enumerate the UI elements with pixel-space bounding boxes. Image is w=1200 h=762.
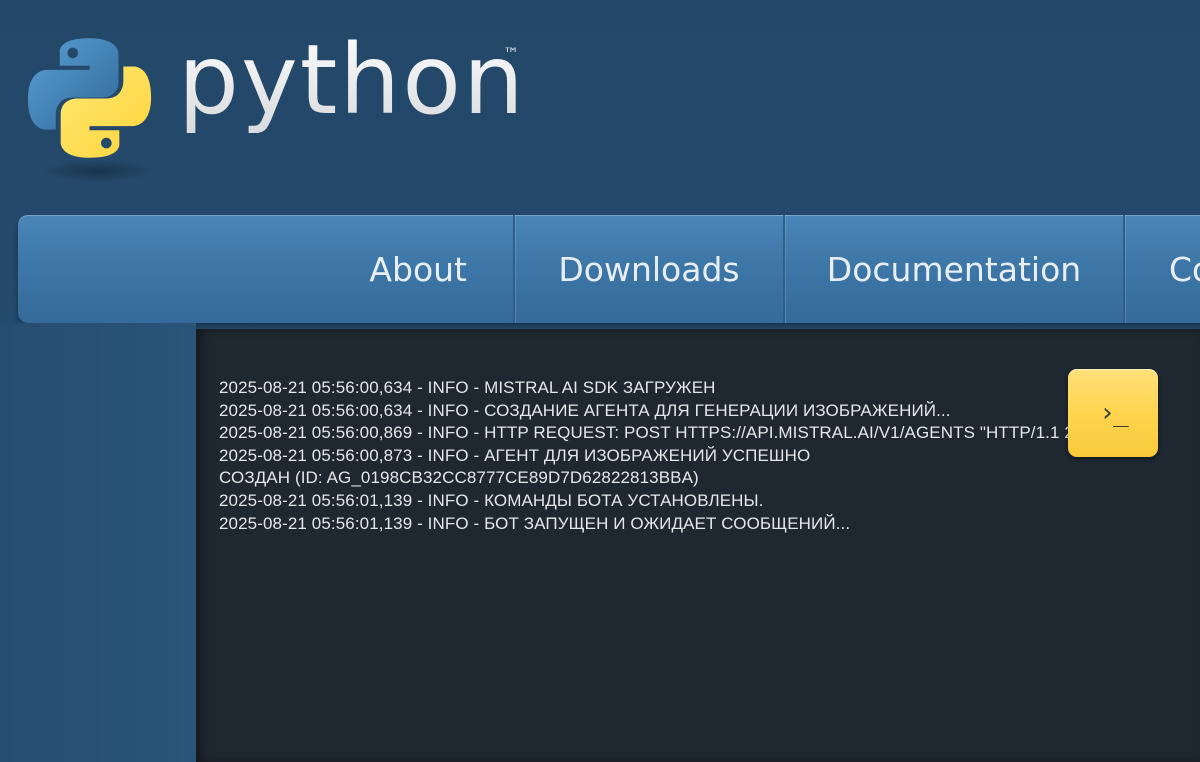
log-line: 2025-08-21 05:56:01,139 - INFO - БОТ ЗАП… xyxy=(219,513,851,533)
nav-item-downloads[interactable]: Downloads xyxy=(515,215,785,323)
main-nav: About Downloads Documentation Co xyxy=(18,215,1200,323)
terminal-log: 2025-08-21 05:56:00,634 - INFO - MISTRAL… xyxy=(219,377,1129,535)
log-line: 2025-08-21 05:56:00,869 - INFO - HTTP RE… xyxy=(219,423,1129,443)
terminal-panel: 2025-08-21 05:56:00,634 - INFO - MISTRAL… xyxy=(196,329,1200,762)
left-sidebar xyxy=(0,323,196,762)
log-line: 2025-08-21 05:56:01,139 - INFO - КОМАНДЫ… xyxy=(219,490,764,510)
log-line: 2025-08-21 05:56:00,634 - INFO - СОЗДАНИ… xyxy=(219,400,951,420)
nav-items: About Downloads Documentation Co xyxy=(333,215,1200,323)
nav-item-community[interactable]: Co xyxy=(1125,215,1200,323)
python-logo[interactable]: python ™ xyxy=(28,24,548,182)
nav-item-about[interactable]: About xyxy=(333,215,515,323)
trademark-symbol: ™ xyxy=(503,44,519,63)
python-logo-icon xyxy=(28,38,152,158)
nav-item-documentation[interactable]: Documentation xyxy=(785,215,1125,323)
launch-shell-button[interactable]: ›_ xyxy=(1068,369,1158,457)
log-line: 2025-08-21 05:56:00,873 - INFO - АГЕНТ Д… xyxy=(219,445,811,488)
log-line: 2025-08-21 05:56:00,634 - INFO - MISTRAL… xyxy=(219,378,716,397)
logo-shadow xyxy=(42,160,154,182)
brand-wordmark: python xyxy=(178,24,526,136)
terminal-prompt-icon: ›_ xyxy=(1099,398,1128,428)
